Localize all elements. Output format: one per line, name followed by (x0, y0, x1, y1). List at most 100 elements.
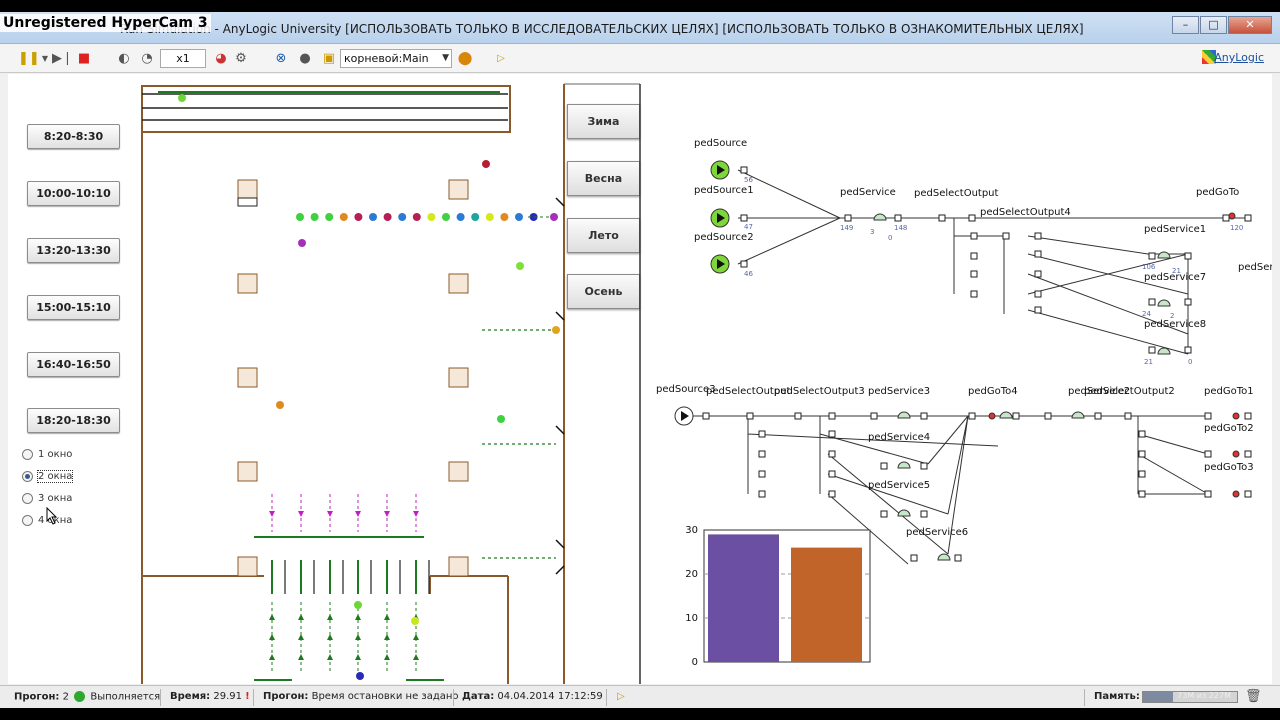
console-play-icon[interactable]: ▷ (617, 691, 625, 702)
port-node[interactable] (880, 462, 888, 470)
port-node[interactable] (1204, 490, 1212, 498)
port-node[interactable] (970, 232, 978, 240)
port-node[interactable] (702, 412, 710, 420)
port-node[interactable] (1148, 346, 1156, 354)
port-node[interactable] (1034, 232, 1042, 240)
port-node[interactable] (758, 430, 766, 438)
service-icon[interactable] (897, 509, 911, 517)
close-button[interactable]: ✕ (1228, 16, 1272, 34)
pause-icon[interactable]: ❚❚ (18, 50, 40, 68)
port-node[interactable] (740, 214, 748, 222)
port-node[interactable] (970, 270, 978, 278)
port-node[interactable] (1244, 214, 1252, 222)
port-node[interactable] (920, 412, 928, 420)
goto-icon[interactable] (1232, 412, 1240, 420)
time-button-6[interactable]: 18:20-18:30 (27, 408, 120, 433)
port-node[interactable] (1148, 252, 1156, 260)
port-node[interactable] (828, 430, 836, 438)
service-icon[interactable] (897, 411, 911, 419)
port-node[interactable] (970, 252, 978, 260)
port-node[interactable] (1034, 250, 1042, 258)
port-node[interactable] (758, 470, 766, 478)
port-node[interactable] (794, 412, 802, 420)
port-node[interactable] (828, 412, 836, 420)
anylogic-link[interactable]: AnyLogic (1214, 51, 1264, 64)
port-node[interactable] (894, 214, 902, 222)
port-node[interactable] (1094, 412, 1102, 420)
goto-icon[interactable] (1232, 490, 1240, 498)
goto-icon[interactable] (1232, 450, 1240, 458)
time-button-4[interactable]: 15:00-15:10 (27, 295, 120, 320)
port-node[interactable] (758, 490, 766, 498)
port-node[interactable] (1244, 412, 1252, 420)
port-node[interactable] (1204, 450, 1212, 458)
port-node[interactable] (844, 214, 852, 222)
port-node[interactable] (828, 450, 836, 458)
stop-icon[interactable]: ■ (75, 50, 93, 68)
port-node[interactable] (880, 510, 888, 518)
radio-windows-3[interactable]: 3 окна (22, 493, 72, 504)
navigate-icon[interactable]: ⊗ (272, 50, 290, 68)
port-node[interactable] (1044, 412, 1052, 420)
pin-icon[interactable]: ⬤ (456, 50, 474, 68)
port-node[interactable] (828, 490, 836, 498)
trash-icon[interactable]: 🗑 (1245, 689, 1262, 704)
service-icon[interactable] (999, 411, 1013, 419)
maximize-button[interactable]: □ (1200, 16, 1227, 34)
slow-down-icon[interactable]: ◐ (115, 50, 133, 68)
time-button-3[interactable]: 13:20-13:30 (27, 238, 120, 263)
port-node[interactable] (1244, 450, 1252, 458)
port-node[interactable] (758, 450, 766, 458)
port-node[interactable] (1244, 490, 1252, 498)
port-node[interactable] (1184, 252, 1192, 260)
port-node[interactable] (1138, 450, 1146, 458)
service-icon[interactable] (897, 461, 911, 469)
port-node[interactable] (746, 412, 754, 420)
port-node[interactable] (920, 510, 928, 518)
port-node[interactable] (1148, 298, 1156, 306)
port-node[interactable] (870, 412, 878, 420)
port-node[interactable] (1034, 270, 1042, 278)
port-node[interactable] (938, 214, 946, 222)
port-node[interactable] (954, 554, 962, 562)
service-icon[interactable] (873, 213, 887, 221)
port-node[interactable] (740, 260, 748, 268)
port-node[interactable] (740, 166, 748, 174)
port-node[interactable] (828, 470, 836, 478)
port-node[interactable] (1222, 214, 1230, 222)
port-node[interactable] (1204, 412, 1212, 420)
port-node[interactable] (910, 554, 918, 562)
step-icon[interactable]: ▶❘ (52, 50, 73, 68)
minimize-button[interactable]: – (1172, 16, 1199, 34)
agent-select[interactable]: корневой:Main ▼ (340, 49, 452, 68)
port-node[interactable] (1002, 232, 1010, 240)
port-node[interactable] (1124, 412, 1132, 420)
port-node[interactable] (1034, 306, 1042, 314)
camera-icon[interactable]: ● (296, 50, 314, 68)
port-node[interactable] (1012, 412, 1020, 420)
service-icon[interactable] (1157, 299, 1171, 307)
port-node[interactable] (1184, 298, 1192, 306)
console-icon[interactable]: ▷ (492, 50, 510, 68)
view-area-icon[interactable]: ▣ (320, 50, 338, 68)
port-node[interactable] (970, 290, 978, 298)
speed-field[interactable]: x1 (160, 49, 206, 68)
real-time-icon[interactable]: ◔ (138, 50, 156, 68)
port-node[interactable] (1138, 470, 1146, 478)
time-button-1[interactable]: 8:20-8:30 (27, 124, 120, 149)
radio-windows-2[interactable]: 2 окна (22, 470, 74, 483)
time-button-5[interactable]: 16:40-16:50 (27, 352, 120, 377)
goto-icon[interactable] (1228, 212, 1236, 220)
port-node[interactable] (968, 412, 976, 420)
time-button-2[interactable]: 10:00-10:10 (27, 181, 120, 206)
goto-icon[interactable] (988, 412, 996, 420)
port-node[interactable] (1034, 290, 1042, 298)
port-node[interactable] (1184, 346, 1192, 354)
service-icon[interactable] (937, 553, 951, 561)
port-node[interactable] (1138, 490, 1146, 498)
service-icon[interactable] (1157, 251, 1171, 259)
radio-windows-1[interactable]: 1 окно (22, 449, 72, 460)
port-node[interactable] (968, 214, 976, 222)
port-node[interactable] (920, 462, 928, 470)
virtual-time-icon[interactable]: ⚙ (232, 50, 250, 68)
